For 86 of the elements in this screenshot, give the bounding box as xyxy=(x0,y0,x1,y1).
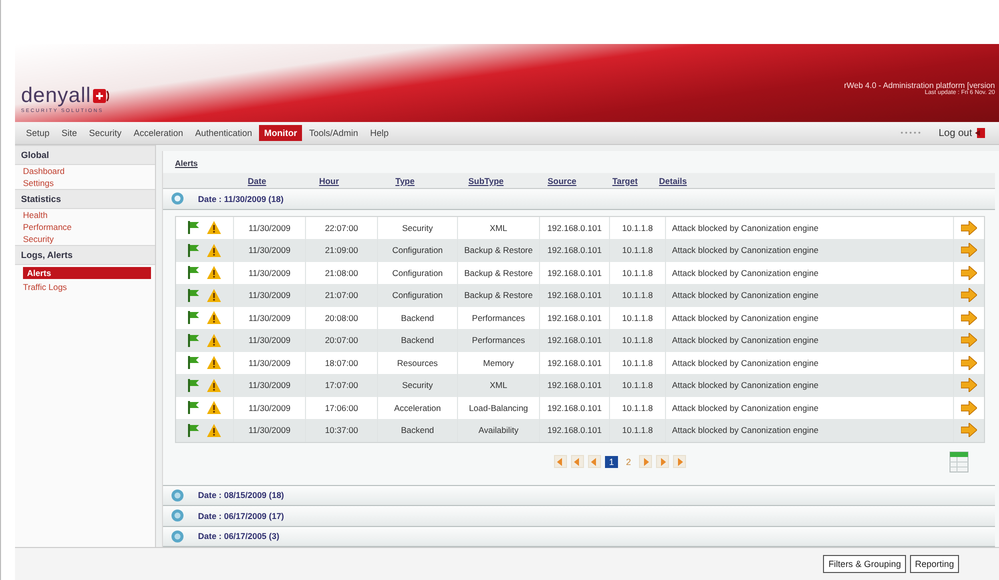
column-header[interactable]: SubType xyxy=(445,176,527,186)
column-header[interactable]: Details xyxy=(653,176,995,186)
flag-icon xyxy=(188,356,199,370)
pager-button[interactable] xyxy=(656,455,670,468)
arrow-right-icon[interactable] xyxy=(961,356,977,370)
warning-icon xyxy=(207,401,221,414)
arrow-right-icon[interactable] xyxy=(961,243,977,258)
column-header[interactable]: Source xyxy=(527,176,597,186)
menu-tab[interactable]: Help xyxy=(365,125,394,141)
pager-button[interactable] xyxy=(588,455,601,468)
expand-icon xyxy=(171,488,184,502)
sidebar-item[interactable]: Traffic Logs xyxy=(15,281,155,293)
arrow-right-icon[interactable] xyxy=(961,378,977,392)
pager-button[interactable] xyxy=(673,455,686,468)
arrow-right-icon[interactable] xyxy=(961,220,977,235)
flag-icon xyxy=(188,244,199,257)
sidebar-item[interactable]: Alerts xyxy=(23,267,151,279)
menu-tab[interactable]: Setup xyxy=(21,125,55,141)
warning-icon xyxy=(207,378,221,392)
arrow-right-icon[interactable] xyxy=(961,400,977,415)
menu-tab[interactable]: Tools/Admin xyxy=(304,125,364,141)
flag-icon xyxy=(188,266,199,280)
warning-icon xyxy=(207,221,221,234)
expand-icon xyxy=(171,509,184,522)
table-cell: Availability xyxy=(458,419,540,442)
menu-tab[interactable]: Monitor xyxy=(259,125,302,141)
menu-tab[interactable]: Authentication xyxy=(190,125,258,141)
menu-tab[interactable]: Security xyxy=(84,125,127,141)
group-header[interactable]: Date : 06/17/2009 (17) xyxy=(163,506,995,527)
page-link[interactable]: 1 xyxy=(604,456,618,468)
pager-button[interactable] xyxy=(570,455,584,468)
sidebar-item[interactable]: Health xyxy=(15,209,155,221)
column-header[interactable]: Type xyxy=(365,176,445,186)
table-cell: 10:37:00 xyxy=(306,419,378,442)
footer-button[interactable]: Filters & Grouping xyxy=(823,555,906,573)
sidebar-item[interactable]: Performance xyxy=(15,221,155,233)
arrow-right-icon[interactable] xyxy=(961,423,977,438)
platform-title: rWeb 4.0 - Administration platform [version xyxy=(844,80,995,90)
column-header[interactable]: Target xyxy=(597,176,653,186)
warning-icon xyxy=(207,288,221,302)
flag-icon xyxy=(188,334,199,347)
logout-button[interactable]: Log out xyxy=(932,126,993,140)
arrow-right-icon[interactable] xyxy=(961,288,977,302)
flag-icon xyxy=(188,288,199,302)
collapse-icon xyxy=(171,192,184,206)
warning-icon xyxy=(207,424,221,437)
breadcrumb-link[interactable]: Alerts xyxy=(175,159,198,168)
flag-icon xyxy=(188,221,199,234)
warning-icon xyxy=(207,334,221,347)
warning-icon xyxy=(207,266,221,280)
warning-icon xyxy=(207,311,221,324)
warning-icon xyxy=(207,356,221,370)
exit-icon xyxy=(975,127,987,139)
group-header[interactable]: Date : 06/17/2005 (3) xyxy=(163,526,995,548)
column-header[interactable]: Hour xyxy=(293,176,365,186)
logo-icon xyxy=(93,88,110,104)
table-cell: Backend xyxy=(378,419,458,442)
menu-tab[interactable]: Acceleration xyxy=(128,125,188,141)
table-cell: 192.168.0.101 xyxy=(540,419,610,442)
sidebar-heading: Global xyxy=(15,145,155,165)
flag-icon xyxy=(188,378,199,392)
spreadsheet-icon[interactable] xyxy=(949,450,969,473)
group-header[interactable]: Date : 08/15/2009 (18) xyxy=(163,486,995,506)
sidebar-heading: Logs, Alerts xyxy=(15,245,155,265)
column-header[interactable]: Date xyxy=(221,176,293,186)
arrow-right-icon[interactable] xyxy=(961,266,977,280)
logo-text: denyall xyxy=(21,84,92,108)
table-cell: 10.1.1.8 xyxy=(610,419,666,442)
expand-icon xyxy=(171,530,184,543)
arrow-right-icon[interactable] xyxy=(961,333,977,348)
pager-button[interactable] xyxy=(554,455,567,468)
arrow-right-icon[interactable] xyxy=(961,310,977,325)
flag-icon xyxy=(188,401,199,414)
sidebar-item[interactable]: Security xyxy=(15,233,155,245)
group-header[interactable]: Date : 11/30/2009 (18) xyxy=(163,189,995,210)
table-cell: 11/30/2009 xyxy=(234,419,306,442)
flag-icon xyxy=(188,424,199,437)
pager-button[interactable] xyxy=(639,455,652,468)
sidebar-heading: Statistics xyxy=(15,189,155,209)
sidebar-item[interactable]: Settings xyxy=(15,177,155,189)
footer-button[interactable]: Reporting xyxy=(910,555,959,573)
sidebar-item[interactable]: Dashboard xyxy=(15,165,155,177)
warning-icon xyxy=(207,244,221,257)
menu-tab[interactable]: Site xyxy=(56,125,82,141)
table-cell: Attack blocked by Canonization engine xyxy=(666,419,954,442)
flag-icon xyxy=(188,311,199,324)
